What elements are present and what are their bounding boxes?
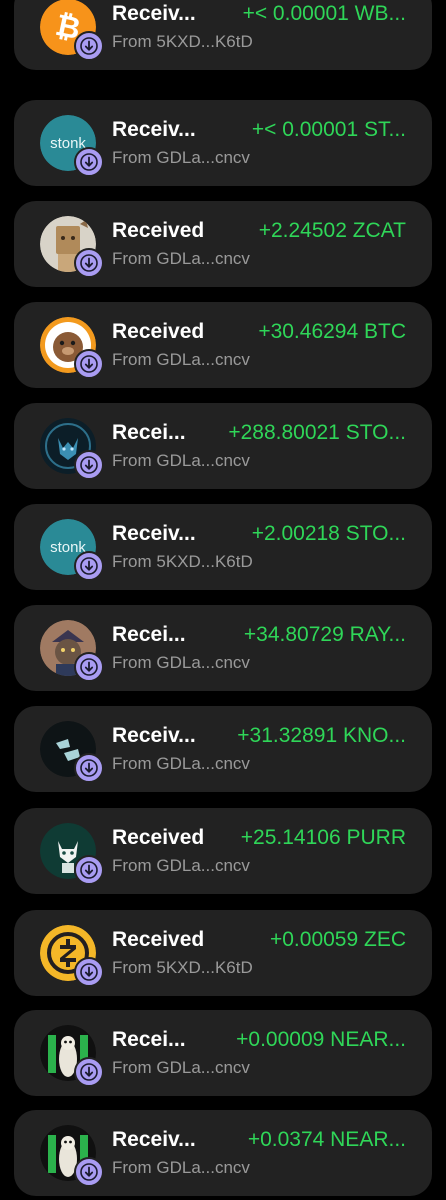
arrow-down-icon [74, 957, 104, 987]
transaction-title: Recei... [112, 623, 186, 646]
transaction-sender: From GDLa...cncv [112, 754, 250, 773]
arrow-down-icon [74, 450, 104, 480]
transaction-amount: +31.32891 KNO... [237, 724, 406, 747]
transaction-title: Recei... [112, 1028, 186, 1051]
transaction-title: Receiv... [112, 724, 196, 747]
transaction-amount: +0.00059 ZEC [269, 928, 406, 951]
transaction-amount: +34.80729 RAY... [243, 623, 406, 646]
transaction-amount: +0.00009 NEAR... [236, 1028, 406, 1051]
transaction-title: Recei... [112, 421, 186, 444]
transaction-title: Received [112, 320, 205, 343]
transaction-row[interactable]: Recei... +288.80021 STO... From GDLa...c… [14, 403, 432, 489]
transaction-amount: +0.0374 NEAR... [247, 1128, 406, 1151]
arrow-down-icon [74, 753, 104, 783]
transaction-sender: From 5KXD...K6tD [112, 958, 253, 977]
transaction-title: Receiv... [112, 2, 196, 25]
transaction-amount: +288.80021 STO... [228, 421, 406, 444]
transaction-row[interactable]: Receiv... +31.32891 KNO... From GDLa...c… [14, 706, 432, 792]
transaction-sender: From 5KXD...K6tD [112, 552, 253, 571]
transaction-row[interactable]: stonk Receiv... +< 0.00001 ST... From GD… [14, 100, 432, 186]
transaction-sender: From GDLa...cncv [112, 148, 250, 167]
transaction-row[interactable]: Received +25.14106 PURR From GDLa...cncv [14, 808, 432, 894]
transaction-sender: From GDLa...cncv [112, 350, 250, 369]
arrow-down-icon [74, 652, 104, 682]
arrow-down-icon [74, 551, 104, 581]
transaction-title: Received [112, 219, 205, 242]
transaction-row[interactable]: Received +0.00059 ZEC From 5KXD...K6tD [14, 910, 432, 996]
transaction-row[interactable]: ₿ Receiv... +< 0.00001 WB... From 5KXD..… [14, 0, 432, 70]
transaction-amount: +2.00218 STO... [251, 522, 406, 545]
transaction-row[interactable]: stonk Receiv... +2.00218 STO... From 5KX… [14, 504, 432, 590]
transaction-title: Received [112, 826, 205, 849]
arrow-down-icon [74, 1057, 104, 1087]
arrow-down-icon [74, 248, 104, 278]
transaction-sender: From GDLa...cncv [112, 249, 250, 268]
transaction-amount: +2.24502 ZCAT [258, 219, 406, 242]
transaction-row[interactable]: Recei... +0.00009 NEAR... From GDLa...cn… [14, 1010, 432, 1096]
arrow-down-icon [74, 349, 104, 379]
transaction-title: Receiv... [112, 522, 196, 545]
transaction-amount: +30.46294 BTC [258, 320, 406, 343]
transaction-row[interactable]: Receiv... +0.0374 NEAR... From GDLa...cn… [14, 1110, 432, 1196]
transaction-sender: From GDLa...cncv [112, 451, 250, 470]
transaction-amount: +25.14106 PURR [240, 826, 406, 849]
arrow-down-icon [74, 31, 104, 61]
transaction-sender: From GDLa...cncv [112, 1058, 250, 1077]
arrow-down-icon [74, 1157, 104, 1187]
transaction-row[interactable]: Received +30.46294 BTC From GDLa...cncv [14, 302, 432, 388]
transaction-amount: +< 0.00001 WB... [242, 2, 406, 25]
transaction-row[interactable]: Received +2.24502 ZCAT From GDLa...cncv [14, 201, 432, 287]
transaction-amount: +< 0.00001 ST... [251, 118, 406, 141]
transaction-title: Received [112, 928, 205, 951]
transaction-sender: From GDLa...cncv [112, 653, 250, 672]
transaction-title: Receiv... [112, 118, 196, 141]
arrow-down-icon [74, 147, 104, 177]
arrow-down-icon [74, 855, 104, 885]
transaction-row[interactable]: Recei... +34.80729 RAY... From GDLa...cn… [14, 605, 432, 691]
transaction-sender: From GDLa...cncv [112, 856, 250, 875]
transaction-list: ₿ Receiv... +< 0.00001 WB... From 5KXD..… [0, 0, 446, 1200]
transaction-sender: From 5KXD...K6tD [112, 32, 253, 51]
transaction-sender: From GDLa...cncv [112, 1158, 250, 1177]
transaction-title: Receiv... [112, 1128, 196, 1151]
